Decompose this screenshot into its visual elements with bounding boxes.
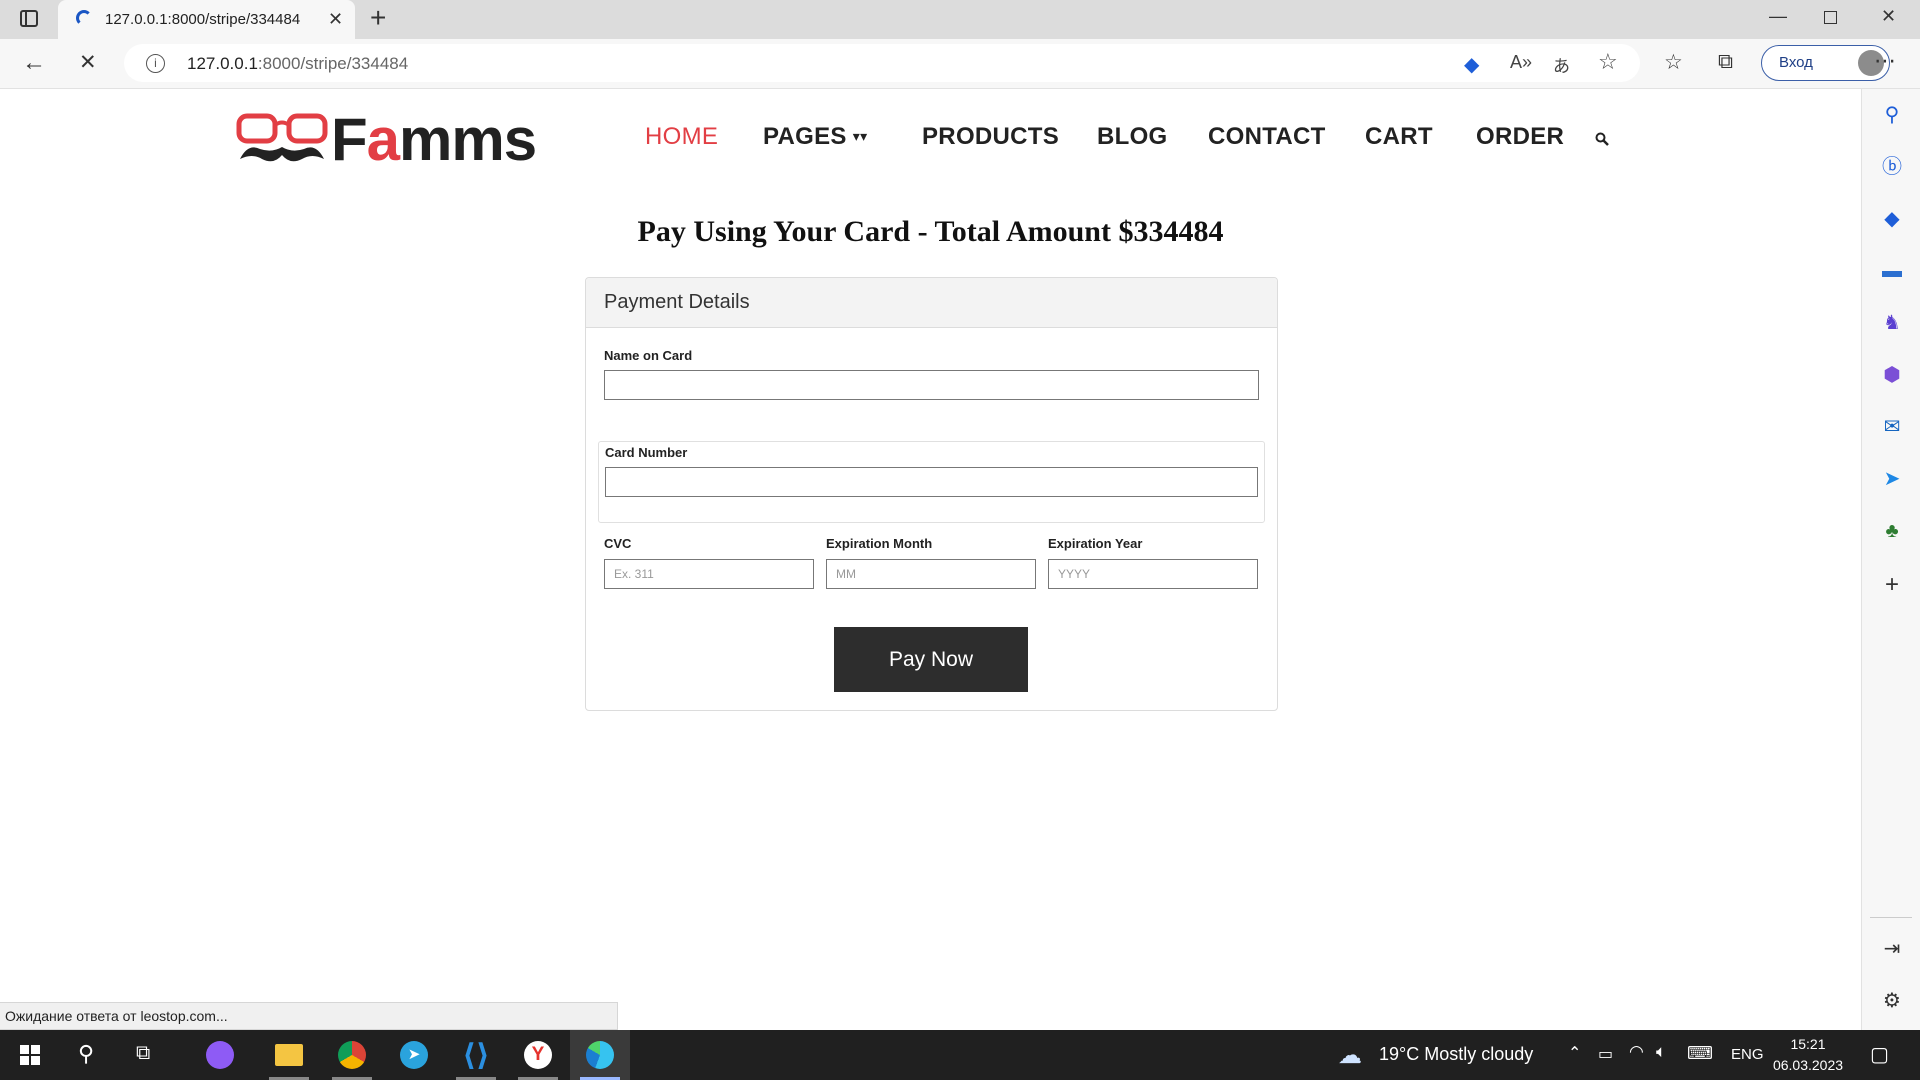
status-bar: Ожидание ответа от leostop.com... — [0, 1002, 618, 1030]
games-icon[interactable]: ♞ — [1880, 311, 1904, 335]
name-on-card-label: Name on Card — [604, 348, 693, 363]
expiration-year-input[interactable] — [1048, 559, 1258, 589]
shopping-tag-icon[interactable]: ◆ — [1880, 207, 1904, 231]
language-indicator[interactable]: ENG — [1731, 1046, 1764, 1063]
add-sidebar-icon[interactable]: + — [1880, 573, 1904, 597]
site-info-icon[interactable]: i — [146, 54, 165, 73]
chrome-icon[interactable] — [322, 1030, 382, 1080]
logo-text[interactable]: Famms — [331, 105, 537, 174]
new-tab-icon[interactable]: + — [370, 2, 386, 34]
nav-order[interactable]: ORDER — [1476, 123, 1564, 151]
loading-icon — [76, 10, 92, 26]
telegram-icon[interactable]: ➤ — [384, 1030, 444, 1080]
clock[interactable]: 15:21 06.03.2023 — [1770, 1034, 1846, 1076]
bing-chat-icon[interactable]: ⓑ — [1880, 155, 1904, 179]
send-icon[interactable]: ➤ — [1880, 467, 1904, 491]
wifi-icon[interactable]: ◠ — [1629, 1042, 1644, 1062]
read-aloud-icon[interactable]: A» — [1510, 52, 1532, 73]
card-number-group: Card Number — [598, 441, 1265, 523]
payment-card: Payment Details Name on Card Card Number… — [585, 277, 1278, 711]
url-text: 127.0.0.1:8000/stripe/334484 — [187, 54, 409, 73]
minimize-icon[interactable]: — — [1769, 6, 1787, 27]
web-page: Famms HOME PAGES ▾▾ PRODUCTS BLOG CONTACT… — [0, 89, 1861, 1030]
close-tab-icon[interactable]: ✕ — [328, 9, 343, 30]
clock-time: 15:21 — [1790, 1036, 1826, 1052]
collections-icon[interactable]: ⧉ — [1718, 50, 1733, 74]
pay-now-button[interactable]: Pay Now — [834, 627, 1028, 692]
volume-icon[interactable]: 🔈︎ — [1656, 1042, 1666, 1062]
keyboard-icon[interactable]: ⌨ — [1687, 1043, 1713, 1064]
nav-cart[interactable]: CART — [1365, 123, 1433, 151]
card-heading: Payment Details — [604, 291, 750, 313]
expiration-month-label: Expiration Month — [826, 536, 933, 551]
expiration-year-label: Expiration Year — [1048, 536, 1143, 551]
weather-text[interactable]: 19°C Mostly cloudy — [1379, 1044, 1533, 1065]
close-window-icon[interactable]: ✕ — [1881, 6, 1896, 27]
coupon-tag-icon[interactable]: ◆ — [1464, 52, 1479, 77]
stop-loading-icon[interactable]: ✕ — [79, 50, 97, 75]
favorites-icon[interactable]: ☆ — [1664, 50, 1683, 75]
windows-start-icon[interactable] — [20, 1045, 40, 1065]
nav-blog[interactable]: BLOG — [1097, 123, 1168, 151]
tray-overflow-icon[interactable]: ⌃ — [1568, 1043, 1581, 1063]
battery-icon[interactable]: ▭ — [1598, 1044, 1613, 1064]
outlook-icon[interactable]: ✉ — [1880, 415, 1904, 439]
search-sidebar-icon[interactable]: ⚲ — [1880, 103, 1904, 127]
cvc-input[interactable] — [604, 559, 814, 589]
tab-title: 127.0.0.1:8000/stripe/334484 — [105, 11, 301, 28]
taskbar: ⚲ ⧉ ➤ ⟨⟩ Y ☁ 19°C Mostly cloudy ⌃ ▭ ◠ 🔈︎… — [0, 1030, 1920, 1080]
task-view-icon[interactable]: ⧉ — [136, 1042, 150, 1065]
nav-contact[interactable]: CONTACT — [1208, 123, 1326, 151]
nav-products[interactable]: PRODUCTS — [922, 123, 1059, 151]
add-favorite-icon[interactable]: ☆ — [1598, 49, 1618, 75]
nav-pages[interactable]: PAGES ▾▾ — [763, 123, 867, 151]
restore-icon[interactable] — [1824, 8, 1837, 29]
settings-gear-icon[interactable]: ⚙ — [1880, 989, 1904, 1013]
logo-glasses-icon — [236, 113, 328, 162]
card-header: Payment Details — [586, 278, 1277, 328]
expiration-month-input[interactable] — [826, 559, 1036, 589]
cvc-label: CVC — [604, 536, 632, 551]
notifications-icon[interactable]: ▢ — [1870, 1042, 1889, 1067]
nav-home[interactable]: HOME — [645, 123, 718, 151]
back-arrow-icon[interactable]: ← — [22, 49, 46, 77]
signin-button[interactable]: Вход — [1761, 45, 1890, 81]
edge-sidebar: ⚲ ⓑ ◆ ▬ ♞ ⬢ ✉ ➤ ♣ + ⇥ ⚙ — [1861, 89, 1920, 1030]
status-text: Ожидание ответа от leostop.com... — [5, 1008, 228, 1024]
search-taskbar-icon[interactable]: ⚲ — [78, 1041, 94, 1067]
tree-icon[interactable]: ♣ — [1880, 519, 1904, 543]
alice-app-icon[interactable] — [190, 1030, 250, 1080]
browser-toolbar: ← ✕ i 127.0.0.1:8000/stripe/334484 ◆ A» … — [0, 39, 1920, 89]
page-title: Pay Using Your Card - Total Amount $3344… — [637, 215, 1224, 248]
clock-date: 06.03.2023 — [1772, 1057, 1844, 1073]
address-bar[interactable]: i 127.0.0.1:8000/stripe/334484 ◆ A» あ ☆ — [124, 44, 1640, 82]
more-menu-icon[interactable]: ⋯ — [1874, 48, 1896, 74]
dropdown-caret-icon: ▾▾ — [852, 128, 868, 144]
file-explorer-icon[interactable] — [259, 1030, 319, 1080]
hide-sidebar-icon[interactable]: ⇥ — [1880, 937, 1904, 961]
edge-icon[interactable] — [570, 1030, 630, 1080]
search-icon[interactable] — [1595, 132, 1609, 146]
tools-icon[interactable]: ▬ — [1880, 259, 1904, 283]
card-number-input[interactable] — [605, 467, 1258, 497]
tab-bar: 127.0.0.1:8000/stripe/334484 ✕ + — ✕ — [0, 0, 1920, 39]
sidebar-divider — [1870, 917, 1912, 918]
office-icon[interactable]: ⬢ — [1880, 363, 1904, 387]
vscode-icon[interactable]: ⟨⟩ — [446, 1030, 506, 1080]
name-on-card-input[interactable] — [604, 370, 1259, 400]
tab-actions-icon[interactable] — [20, 10, 38, 27]
card-number-label: Card Number — [605, 445, 688, 460]
translate-icon[interactable]: あ — [1553, 52, 1570, 77]
active-tab[interactable]: 127.0.0.1:8000/stripe/334484 ✕ — [58, 0, 355, 39]
yandex-browser-icon[interactable]: Y — [508, 1030, 568, 1080]
weather-cloud-icon[interactable]: ☁ — [1338, 1041, 1362, 1070]
